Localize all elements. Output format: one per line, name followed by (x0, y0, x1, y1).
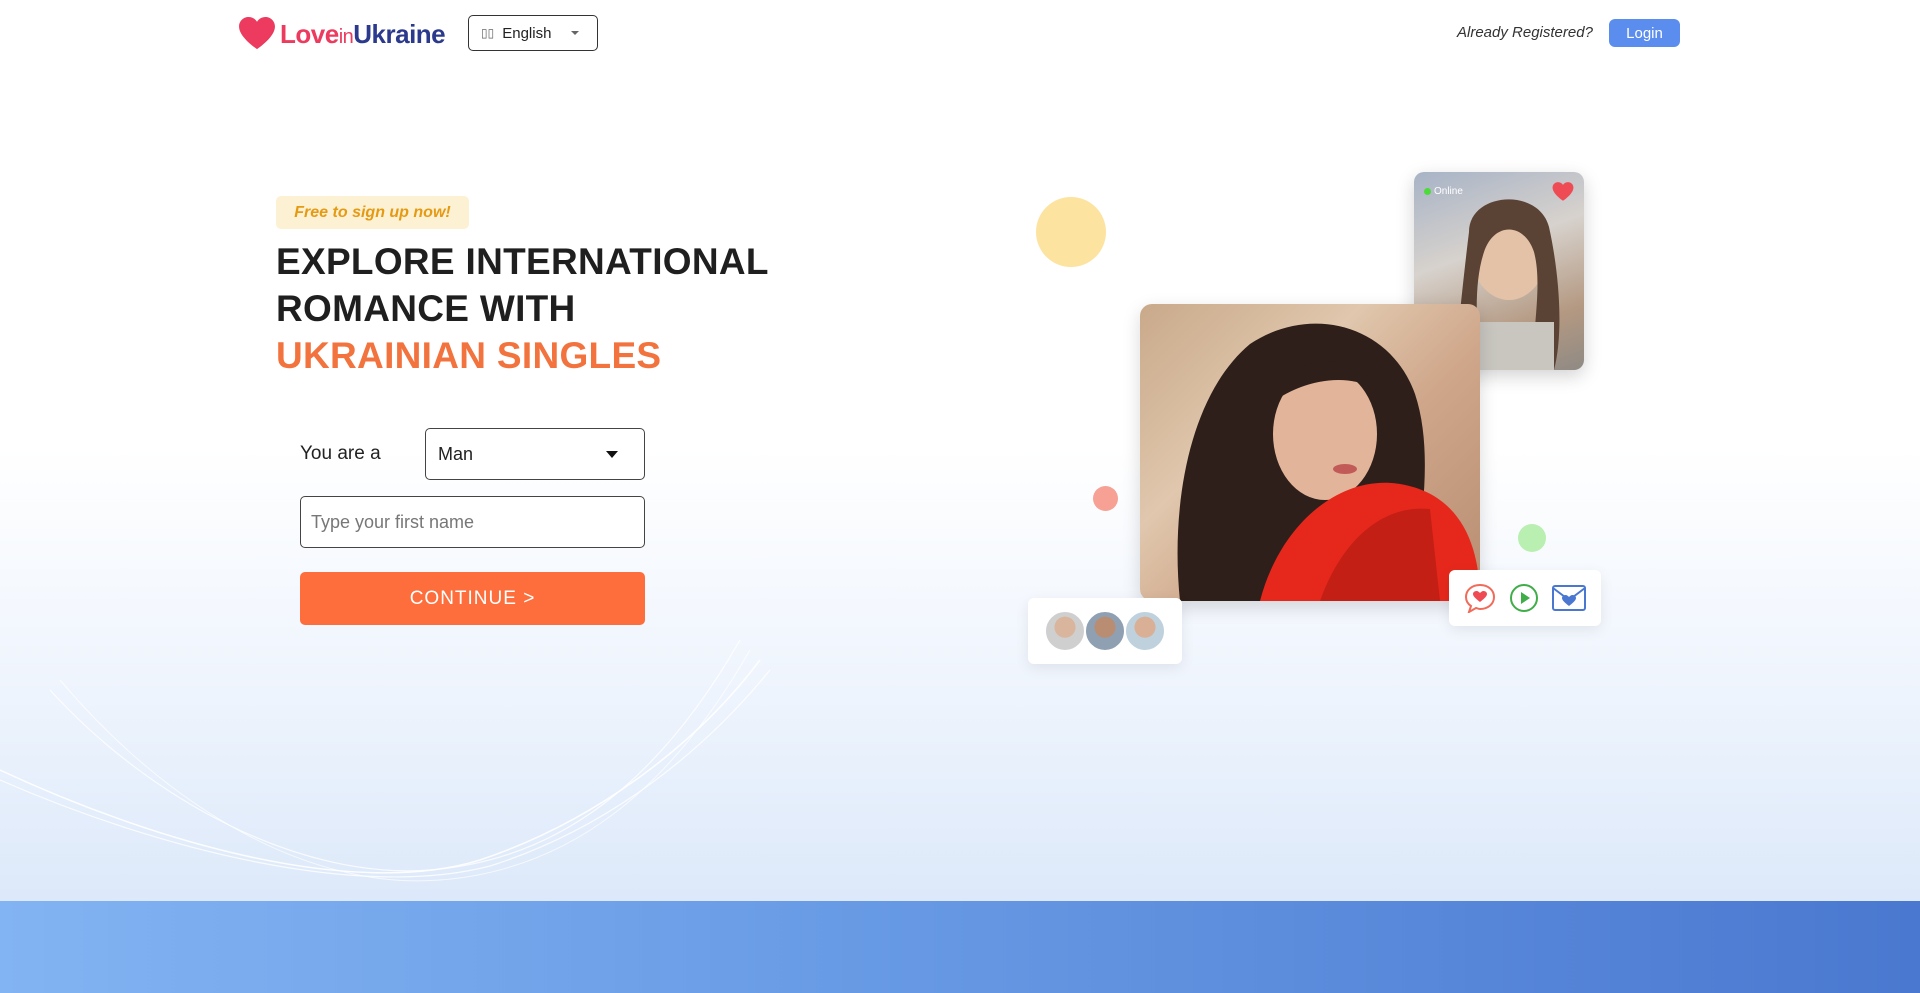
logo-ukraine: Ukraine (353, 18, 446, 49)
decorative-swirl (0, 639, 771, 882)
hero-headline: EXPLORE INTERNATIONAL ROMANCE WITH UKRAI… (276, 238, 769, 379)
logo-love: Love (280, 18, 339, 49)
site-logo[interactable]: LoveinUkraine (238, 16, 446, 52)
heart-logo-icon (239, 17, 275, 50)
gender-select[interactable]: Man (425, 428, 645, 480)
headline-line-2: ROMANCE WITH (276, 288, 576, 329)
chat-heart-icon[interactable] (1464, 583, 1496, 613)
login-button[interactable]: Login (1609, 19, 1680, 47)
language-select[interactable]: ▯▯ English (468, 15, 598, 51)
avatar[interactable] (1124, 610, 1166, 652)
headline-accent: UKRAINIAN SINGLES (276, 335, 662, 376)
online-label: Online (1434, 186, 1463, 197)
members-avatars-card (1028, 598, 1182, 664)
caret-down-icon (606, 451, 618, 458)
avatar[interactable] (1084, 610, 1126, 652)
decor-dot-yellow (1036, 197, 1106, 267)
play-icon[interactable] (1509, 583, 1539, 613)
top-header: LoveinUkraine ▯▯ English Already Registe… (0, 0, 1920, 66)
woman-portrait-main (1177, 323, 1480, 601)
logo-text: LoveinUkraine (280, 18, 446, 50)
free-signup-badge: Free to sign up now! (276, 196, 469, 229)
flag-icon: ▯▯ (481, 26, 495, 40)
footer-band (0, 901, 1920, 993)
online-indicator: Online (1424, 186, 1463, 197)
first-name-input[interactable] (300, 496, 645, 548)
favorite-heart-icon[interactable] (1552, 182, 1574, 202)
chevron-down-icon (571, 31, 579, 35)
avatar[interactable] (1044, 610, 1086, 652)
language-selected: English (502, 24, 552, 42)
actions-card (1449, 570, 1601, 626)
you-are-label: You are a (300, 443, 381, 464)
logo-in: in (338, 25, 354, 48)
already-registered-text: Already Registered? (1457, 24, 1593, 41)
decor-dot-green (1518, 524, 1546, 552)
headline-line-1: EXPLORE INTERNATIONAL (276, 241, 769, 282)
mail-heart-icon[interactable] (1552, 585, 1587, 611)
profile-photo-main[interactable] (1140, 304, 1480, 601)
online-dot-icon (1424, 188, 1431, 195)
gender-selected: Man (438, 443, 474, 464)
decor-dot-red (1093, 486, 1118, 511)
